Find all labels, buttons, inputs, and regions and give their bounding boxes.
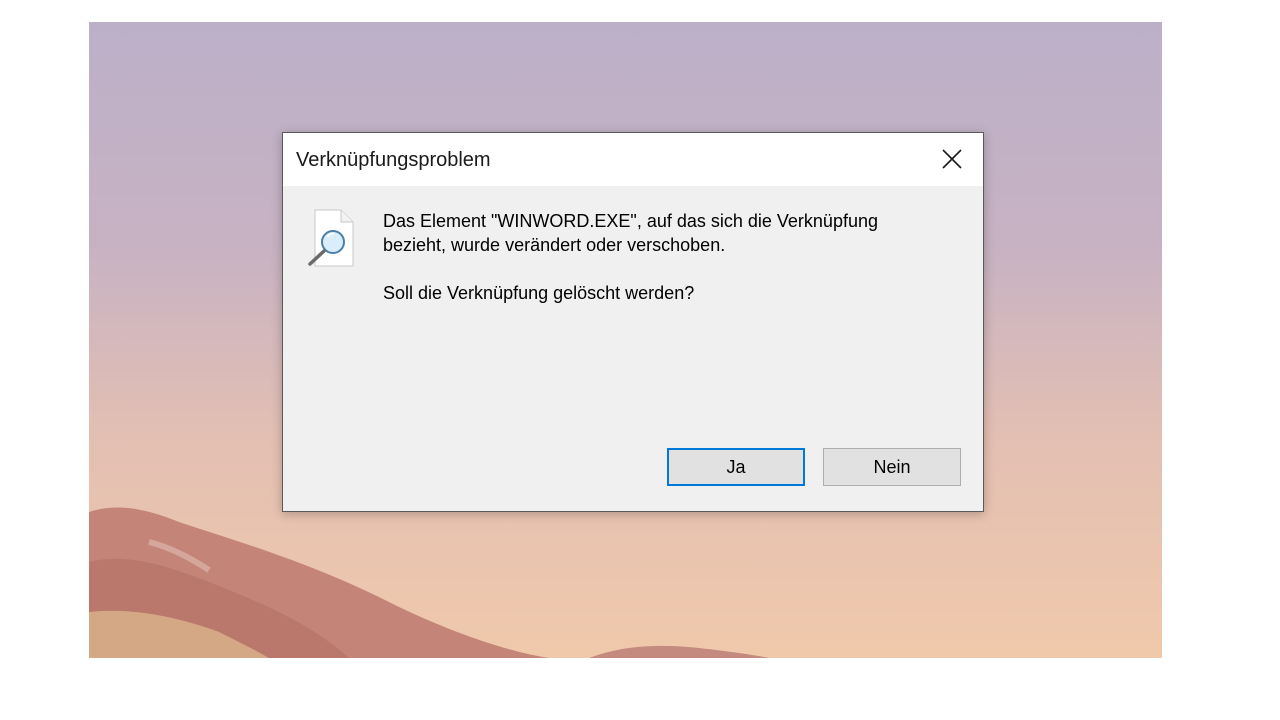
dialog-message: Das Element "WINWORD.EXE", auf das sich … — [383, 209, 973, 305]
yes-button[interactable]: Ja — [667, 448, 805, 486]
message-line-2: bezieht, wurde verändert oder verschoben… — [383, 235, 726, 255]
close-button[interactable] — [921, 133, 983, 186]
shortcut-problem-dialog: Verknüpfungsproblem Das Element "WINWORD… — [282, 132, 984, 512]
dialog-title: Verknüpfungsproblem — [296, 149, 491, 171]
message-line-1: Das Element "WINWORD.EXE", auf das sich … — [383, 211, 878, 231]
dialog-titlebar: Verknüpfungsproblem — [283, 133, 983, 186]
no-button[interactable]: Nein — [823, 448, 961, 486]
message-question: Soll die Verknüpfung gelöscht werden? — [383, 283, 695, 303]
close-icon — [942, 149, 962, 169]
file-search-icon — [308, 209, 354, 267]
